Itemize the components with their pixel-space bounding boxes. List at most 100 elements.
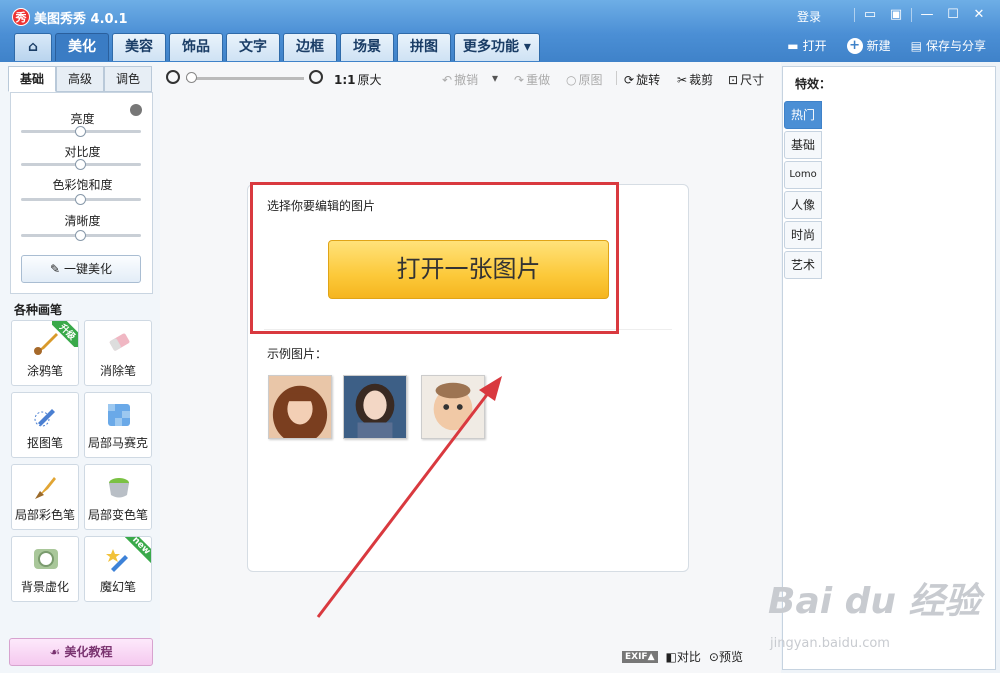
maximize-icon[interactable]: ☐ bbox=[942, 6, 964, 24]
original-icon: ○ bbox=[566, 72, 577, 87]
new-button[interactable]: + 新建 bbox=[846, 37, 891, 54]
open-image-card: 选择你要编辑的图片 打开一张图片 示例图片： bbox=[247, 184, 689, 572]
slider-knob[interactable] bbox=[75, 194, 86, 205]
slider-knob[interactable] bbox=[75, 126, 86, 137]
saturation-label: 色彩饱和度 bbox=[52, 178, 113, 192]
tab-cosmetic[interactable]: 美容 bbox=[112, 33, 166, 61]
blur-lens-icon bbox=[34, 549, 58, 569]
undo-button[interactable]: ↶ 撤销 bbox=[442, 71, 478, 88]
tab-accessories[interactable]: 饰品 bbox=[169, 33, 223, 61]
actual-size-button[interactable]: 1:1 原大 bbox=[334, 71, 382, 88]
brush-doodle[interactable]: 升级 涂鸦笔 bbox=[11, 320, 79, 386]
baidu-watermark-url: jingyan.baidu.com bbox=[770, 636, 890, 651]
sample-image-3[interactable] bbox=[421, 375, 485, 439]
contrast-slider[interactable] bbox=[21, 159, 141, 170]
magic-icon: ✎ bbox=[50, 262, 61, 276]
brush-magic[interactable]: new 魔幻笔 bbox=[84, 536, 152, 602]
rotate-button[interactable]: ⟳ 旋转 bbox=[624, 71, 660, 88]
effect-tab-portrait[interactable]: 人像 bbox=[784, 191, 822, 219]
saturation-slider[interactable] bbox=[21, 194, 141, 205]
open-button[interactable]: ▬ 打开 bbox=[787, 37, 826, 54]
tab-text[interactable]: 文字 bbox=[226, 33, 280, 61]
plus-icon: + bbox=[846, 37, 863, 54]
undo-icon: ↶ bbox=[442, 72, 453, 87]
skin-icon[interactable]: ▣ bbox=[885, 6, 907, 24]
upgrade-badge: 升级 bbox=[52, 321, 78, 347]
brightness-slider[interactable] bbox=[21, 126, 141, 137]
tab-color-grading[interactable]: 调色 bbox=[104, 66, 152, 92]
home-tab[interactable]: ⌂ bbox=[14, 33, 52, 61]
zoom-knob[interactable] bbox=[186, 72, 197, 83]
divider bbox=[264, 329, 672, 330]
effect-tab-basic[interactable]: 基础 bbox=[784, 131, 822, 159]
bottom-tools: EXIF▲ ◧对比 ⊙预览 bbox=[622, 648, 743, 665]
tab-frame[interactable]: 边框 bbox=[283, 33, 337, 61]
cutout-pen-icon bbox=[34, 409, 55, 427]
crop-button[interactable]: ✂ 裁剪 bbox=[677, 71, 713, 88]
folder-icon: ▬ bbox=[787, 38, 799, 53]
canvas-toolbar: 1:1 原大 ↶ 撤销 ▾ ↷ 重做 ○ 原图 ⟳ 旋转 ✂ 裁剪 ⊡ 尺寸 bbox=[160, 62, 781, 94]
tab-basic[interactable]: 基础 bbox=[8, 66, 56, 92]
adjust-panel: 亮度 对比度 色彩饱和度 清晰度 ✎ 一键美化 bbox=[10, 92, 153, 294]
brush-eraser[interactable]: 消除笔 bbox=[84, 320, 152, 386]
rotate-icon: ⟳ bbox=[624, 72, 635, 87]
resize-button[interactable]: ⊡ 尺寸 bbox=[728, 71, 764, 88]
canvas-area: 1:1 原大 ↶ 撤销 ▾ ↷ 重做 ○ 原图 ⟳ 旋转 ✂ 裁剪 ⊡ 尺寸 选择你要编辑的图… bbox=[160, 62, 781, 673]
original-button[interactable]: ○ 原图 bbox=[566, 71, 603, 88]
effect-tab-hot[interactable]: 热门 bbox=[784, 101, 822, 129]
main-tabs: ⌂ 美化 美容 饰品 文字 边框 场景 拼图 更多功能 ▾ bbox=[14, 33, 540, 61]
title-bar: 秀 美图秀秀 4.0.1 登录 ▭ ▣ — ☐ ✕ ⌂ 美化 美容 饰品 文字 … bbox=[0, 0, 1000, 62]
compare-button[interactable]: ◧对比 bbox=[666, 648, 701, 665]
slider-knob[interactable] bbox=[75, 230, 86, 241]
redo-icon: ↷ bbox=[514, 72, 525, 87]
effects-title: 特效： bbox=[795, 77, 832, 91]
minimize-icon[interactable]: — bbox=[916, 6, 938, 24]
close-icon[interactable]: ✕ bbox=[968, 6, 990, 24]
brush-cutout[interactable]: 抠图笔 bbox=[11, 392, 79, 458]
zoom-in-icon[interactable] bbox=[309, 70, 323, 84]
home-icon: ⌂ bbox=[27, 39, 39, 55]
sample-image-2[interactable] bbox=[343, 375, 407, 439]
tutorial-button[interactable]: ☙ 美化教程 bbox=[9, 638, 153, 666]
select-image-title: 选择你要编辑的图片 bbox=[267, 199, 376, 213]
open-image-button[interactable]: 打开一张图片 bbox=[328, 240, 609, 299]
effect-tab-art[interactable]: 艺术 bbox=[784, 251, 822, 279]
zoom-slider[interactable] bbox=[186, 77, 304, 80]
effect-tab-fashion[interactable]: 时尚 bbox=[784, 221, 822, 249]
brush-partial-recolor[interactable]: 局部变色笔 bbox=[84, 464, 152, 530]
preview-icon: ⊙ bbox=[708, 650, 719, 664]
scissors-icon: ✂ bbox=[677, 72, 688, 87]
brush-mosaic[interactable]: 局部马赛克 bbox=[84, 392, 152, 458]
tab-scene[interactable]: 场景 bbox=[340, 33, 394, 61]
tab-beautify[interactable]: 美化 bbox=[55, 33, 109, 61]
mosaic-icon bbox=[108, 404, 130, 426]
sharpness-slider[interactable] bbox=[21, 230, 141, 241]
tab-collage[interactable]: 拼图 bbox=[397, 33, 451, 61]
login-link[interactable]: 登录 bbox=[797, 8, 821, 25]
preview-button[interactable]: ⊙预览 bbox=[709, 648, 743, 665]
slider-knob[interactable] bbox=[75, 159, 86, 170]
sample-image-1[interactable] bbox=[268, 375, 332, 439]
zoom-out-icon[interactable] bbox=[166, 70, 180, 84]
window-controls: ▭ ▣ — ☐ ✕ bbox=[854, 6, 990, 24]
save-share-button[interactable]: ▤ 保存与分享 bbox=[911, 37, 986, 54]
redo-button[interactable]: ↷ 重做 bbox=[514, 71, 550, 88]
brushes-title: 各种画笔 bbox=[14, 303, 63, 317]
one-key-beautify-button[interactable]: ✎ 一键美化 bbox=[21, 255, 141, 283]
color-brush-icon bbox=[35, 477, 56, 499]
app-logo-icon: 秀 bbox=[12, 8, 30, 26]
tab-advanced[interactable]: 高级 bbox=[56, 66, 104, 92]
sample-images-title: 示例图片： bbox=[267, 347, 328, 361]
sharpness-label: 清晰度 bbox=[64, 214, 101, 228]
hands-icon: ☙ bbox=[49, 645, 65, 659]
effect-tab-lomo[interactable]: Lomo bbox=[784, 161, 822, 189]
brush-background-blur[interactable]: 背景虚化 bbox=[11, 536, 79, 602]
tab-more-features[interactable]: 更多功能 ▾ bbox=[454, 33, 540, 61]
message-icon[interactable]: ▭ bbox=[859, 6, 881, 24]
exif-button[interactable]: EXIF▲ bbox=[622, 650, 658, 663]
brush-partial-color[interactable]: 局部彩色笔 bbox=[11, 464, 79, 530]
undo-dropdown-icon[interactable]: ▾ bbox=[492, 71, 498, 85]
paint-bucket-icon bbox=[109, 478, 129, 498]
eraser-icon bbox=[109, 333, 130, 351]
app-title: 美图秀秀 4.0.1 bbox=[34, 12, 128, 27]
